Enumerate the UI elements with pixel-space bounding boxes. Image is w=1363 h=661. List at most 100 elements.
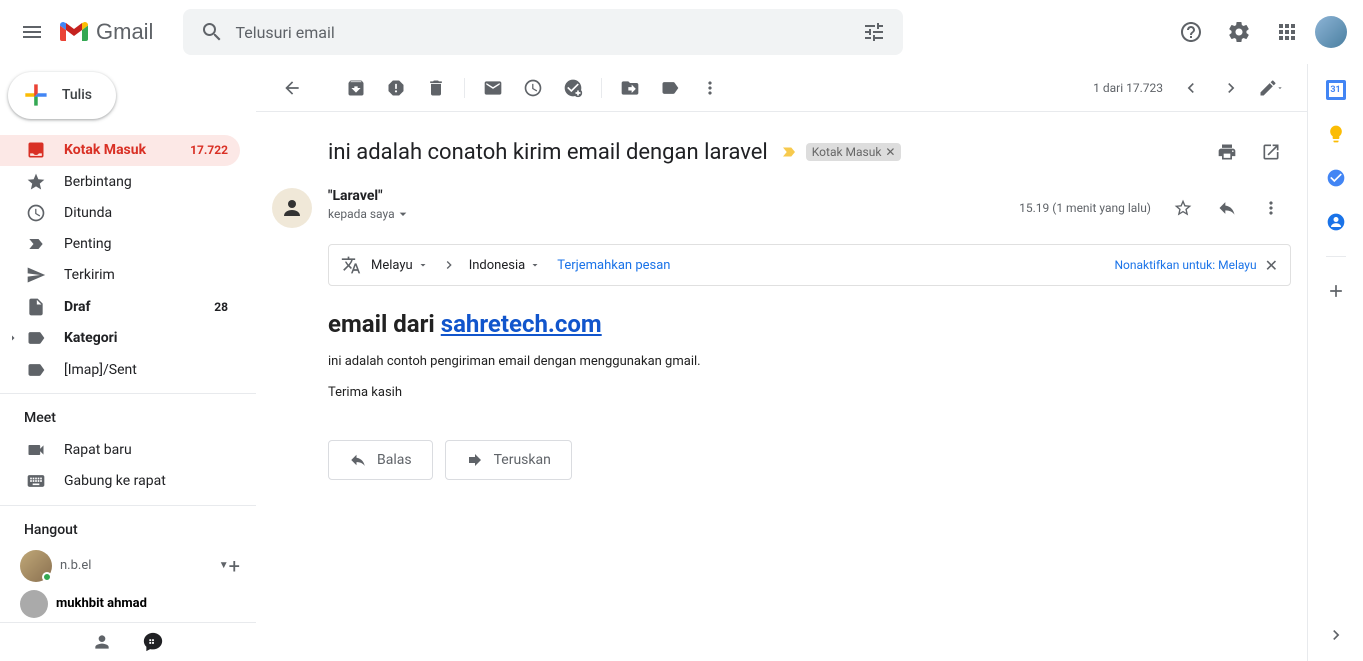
avatar-image	[280, 196, 304, 220]
starred-label: Berbintang	[64, 174, 228, 190]
labels-button[interactable]	[650, 68, 690, 108]
dropdown-caret-icon	[1276, 84, 1284, 92]
important-icon	[26, 234, 46, 254]
important-label: Penting	[64, 236, 228, 252]
inbox-icon	[26, 140, 46, 160]
collapse-panel-button[interactable]	[1326, 625, 1346, 645]
spam-button[interactable]	[376, 68, 416, 108]
next-button[interactable]	[1211, 68, 1251, 108]
dropdown-caret-icon	[395, 206, 411, 222]
important-marker-icon[interactable]	[780, 143, 798, 161]
recipient-dropdown[interactable]: kepada saya	[328, 206, 1019, 222]
label-outline-icon	[26, 360, 46, 380]
hangouts-chat-tab[interactable]	[142, 631, 164, 653]
apps-button[interactable]	[1267, 12, 1307, 52]
more-options-button[interactable]	[1251, 188, 1291, 228]
keep-addon[interactable]	[1326, 124, 1346, 144]
sidebar-item-sent[interactable]: Terkirim	[0, 260, 240, 291]
move-to-button[interactable]	[610, 68, 650, 108]
chevron-right-icon	[1326, 625, 1346, 645]
drafts-count: 28	[214, 300, 228, 314]
more-button[interactable]	[690, 68, 730, 108]
support-button[interactable]	[1171, 12, 1211, 52]
star-button[interactable]	[1163, 188, 1203, 228]
reply-button[interactable]: Balas	[328, 440, 433, 480]
tasks-addon[interactable]	[1326, 168, 1346, 188]
meet-join-button[interactable]: Gabung ke rapat	[0, 466, 256, 497]
input-tools-button[interactable]	[1251, 68, 1291, 108]
meet-new-label: Rapat baru	[64, 442, 132, 458]
label-icon	[26, 328, 46, 348]
translate-close-button[interactable]: ✕	[1265, 256, 1278, 275]
meet-new-button[interactable]: Rapat baru	[0, 434, 256, 465]
translate-disable-link[interactable]: Nonaktifkan untuk: Melayu	[1114, 258, 1256, 272]
tune-icon	[862, 20, 886, 44]
get-addons-button[interactable]	[1326, 281, 1346, 301]
back-button[interactable]	[272, 68, 312, 108]
forward-button[interactable]: Teruskan	[445, 440, 572, 480]
translate-from-lang[interactable]: Melayu	[371, 258, 429, 273]
settings-button[interactable]	[1219, 12, 1259, 52]
sidebar-item-important[interactable]: Penting	[0, 229, 240, 260]
reply-label: Balas	[377, 452, 412, 468]
hangouts-contact-row[interactable]: mukhbit ahmad	[0, 586, 256, 622]
sidebar-item-imap-sent[interactable]: [Imap]/Sent	[0, 354, 240, 385]
drafts-label: Draf	[64, 299, 214, 315]
help-icon	[1179, 20, 1203, 44]
sidebar-item-starred[interactable]: Berbintang	[0, 166, 240, 197]
hangouts-me-name: n.b.el	[60, 558, 215, 573]
sidebar-item-inbox[interactable]: Kotak Masuk 17.722	[0, 135, 240, 166]
sidebar-item-categories[interactable]: Kategori	[0, 322, 256, 354]
dropdown-icon	[529, 259, 541, 271]
gear-icon	[1227, 20, 1251, 44]
reply-icon-button[interactable]	[1207, 188, 1247, 228]
account-avatar[interactable]	[1315, 16, 1347, 48]
translate-to-lang[interactable]: Indonesia	[469, 258, 541, 273]
body-heading-link[interactable]: sahretech.com	[441, 310, 602, 338]
tasks-icon	[1326, 168, 1346, 188]
new-chat-button[interactable]: +	[229, 554, 240, 578]
dropdown-icon	[417, 259, 429, 271]
inbox-count: 17.722	[190, 143, 228, 157]
delete-button[interactable]	[416, 68, 456, 108]
hangouts-contacts-tab[interactable]	[92, 632, 112, 652]
search-input[interactable]	[235, 23, 851, 42]
sidebar-item-drafts[interactable]: Draf 28	[0, 291, 240, 322]
main-menu-button[interactable]	[8, 8, 56, 56]
chat-bubble-icon	[142, 631, 164, 653]
email-subject: ini adalah conatoh kirim email dengan la…	[328, 140, 768, 165]
gmail-logo[interactable]: Gmail	[60, 19, 153, 45]
archive-button[interactable]	[336, 68, 376, 108]
prev-button[interactable]	[1171, 68, 1211, 108]
folder-move-icon	[620, 78, 640, 98]
plus-icon	[20, 79, 52, 111]
compose-button[interactable]: Tulis	[8, 72, 116, 119]
forward-icon	[466, 451, 484, 469]
label-remove-button[interactable]: ✕	[885, 145, 895, 159]
imap-sent-label: [Imap]/Sent	[64, 362, 228, 378]
reply-icon	[1217, 198, 1237, 218]
search-options-button[interactable]	[851, 9, 897, 55]
print-button[interactable]	[1207, 132, 1247, 172]
body-heading: email dari sahretech.com	[328, 310, 1291, 338]
add-task-button[interactable]	[553, 68, 593, 108]
sidebar-item-snoozed[interactable]: Ditunda	[0, 197, 240, 228]
keyboard-icon	[26, 471, 46, 491]
delete-icon	[426, 78, 446, 98]
open-new-window-button[interactable]	[1251, 132, 1291, 172]
forward-label: Teruskan	[494, 452, 551, 468]
hangouts-me-row[interactable]: n.b.el ▼ +	[0, 546, 256, 586]
contacts-addon[interactable]	[1326, 212, 1346, 232]
contacts-icon	[1326, 212, 1346, 232]
snooze-button[interactable]	[513, 68, 553, 108]
translate-action-link[interactable]: Terjemahkan pesan	[557, 258, 670, 273]
mark-unread-button[interactable]	[473, 68, 513, 108]
calendar-addon[interactable]: 31	[1326, 80, 1346, 100]
translate-icon	[341, 255, 361, 275]
sender-avatar[interactable]	[272, 188, 312, 228]
email-content: 1 dari 17.723 ini adalah conatoh kirim e…	[256, 64, 1307, 661]
expand-arrow-icon	[0, 332, 26, 344]
search-button[interactable]	[189, 9, 235, 55]
hamburger-icon	[20, 20, 44, 44]
draft-icon	[26, 297, 46, 317]
